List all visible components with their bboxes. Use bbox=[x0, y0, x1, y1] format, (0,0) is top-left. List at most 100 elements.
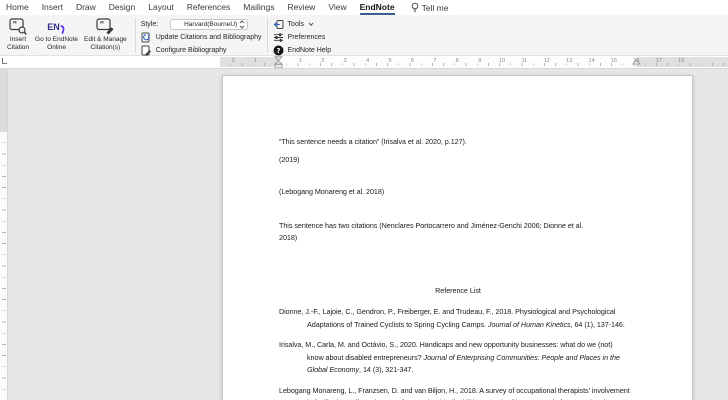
insert-citation-button[interactable]: " Insert Citation bbox=[4, 17, 32, 51]
tab-home[interactable]: Home bbox=[6, 0, 29, 15]
reference-line: Irisalva, M., Carla, M. and Octávio, S.,… bbox=[279, 339, 637, 352]
edit-manage-citations-label-2: Citation(s) bbox=[90, 43, 121, 51]
go-to-endnote-online-label: Go to EndNote bbox=[35, 36, 79, 43]
v-ruler bbox=[0, 69, 8, 400]
reference-entry: Dionne, J.-F., Lajoie, C., Gendron, P., … bbox=[279, 306, 637, 331]
document-text: “This sentence needs a citation” (Irisal… bbox=[279, 136, 637, 400]
ruler-number: 8 bbox=[455, 58, 459, 64]
tab-endnote[interactable]: EndNote bbox=[359, 0, 395, 15]
chevron-down-icon bbox=[308, 22, 314, 26]
tools-icon bbox=[273, 19, 284, 29]
svg-text:?: ? bbox=[276, 47, 280, 55]
text-segment: Journal of Human Kinetics bbox=[487, 319, 571, 329]
stepper-icon[interactable] bbox=[239, 19, 245, 29]
ribbon-tab-bar: Home Insert Draw Design Layout Reference… bbox=[0, 0, 728, 15]
text-segment: , 64 (1), 137-146. bbox=[570, 319, 625, 329]
help-icon: ? bbox=[273, 45, 284, 55]
word-window: Home Insert Draw Design Layout Reference… bbox=[0, 0, 728, 400]
reference-line: Lebogang Monareng, L., Franzsen, D. and … bbox=[279, 385, 637, 398]
tab-draw[interactable]: Draw bbox=[76, 0, 96, 15]
document-area: “This sentence needs a citation” (Irisal… bbox=[0, 68, 728, 400]
ruler-number: 3 bbox=[343, 58, 347, 64]
ruler-ticks bbox=[220, 63, 728, 66]
tell-me-label: Tell me bbox=[421, 2, 449, 13]
text-segment: Irisalva, M., Carla, M. and Octávio, S.,… bbox=[279, 340, 613, 349]
tab-design[interactable]: Design bbox=[109, 0, 135, 15]
style-dropdown[interactable]: Harvard(BourneU) bbox=[170, 18, 249, 30]
text-segment: know about disabled entrepreneurs? bbox=[307, 352, 424, 362]
reference-entry: Lebogang Monareng, L., Franzsen, D. and … bbox=[279, 385, 637, 400]
update-citations-icon bbox=[141, 32, 150, 42]
document-page[interactable]: “This sentence needs a citation” (Irisal… bbox=[222, 75, 693, 400]
update-citations-button[interactable]: Update Citations and Bibliography bbox=[141, 31, 262, 43]
v-ruler-ticks bbox=[2, 132, 6, 400]
configure-bibliography-button[interactable]: Configure Bibliography bbox=[141, 44, 262, 56]
insert-citation-label: Insert bbox=[9, 36, 27, 43]
reference-line: know about disabled entrepreneurs? Journ… bbox=[279, 352, 637, 365]
ruler-number: 11 bbox=[521, 58, 528, 64]
text-segment: Lebogang Monareng, L., Franzsen, D. and … bbox=[279, 385, 630, 395]
ruler-strip: 1 2 1 2 3 4 5 6 7 8 9 10 11 12 13 14 15 16 17 18 bbox=[0, 56, 728, 69]
paragraph-line: This sentence has two citations (Nenclar… bbox=[279, 220, 584, 230]
citation-paragraph: This sentence has two citations (Nenclar… bbox=[279, 220, 637, 245]
tools-button[interactable]: Tools bbox=[273, 18, 332, 30]
edit-manage-citations-label: Edit & Manage bbox=[84, 36, 127, 43]
endnote-help-label: EndNote Help bbox=[287, 46, 332, 54]
reference-line: Global Economy, 14 (3), 321-347. bbox=[279, 364, 637, 377]
edit-citation-icon: " bbox=[96, 18, 115, 35]
insert-citation-icon: " bbox=[8, 18, 28, 35]
preferences-button[interactable]: Preferences bbox=[273, 31, 332, 43]
tab-selector[interactable] bbox=[2, 58, 7, 64]
reference-line: Adaptations of Trained Cyclists to Sprin… bbox=[279, 319, 637, 332]
text-segment: Dionne, J.-F., Lajoie, C., Gendron, P., … bbox=[279, 307, 616, 316]
citation-paragraph: (Lebogang Monareng et al. 2018) bbox=[279, 187, 385, 196]
text-segment: Adaptations of Trained Cyclists to Sprin… bbox=[307, 319, 488, 329]
ruler-number: 5 bbox=[388, 58, 392, 64]
tab-view[interactable]: View bbox=[328, 0, 346, 15]
ruler-number: 7 bbox=[433, 58, 437, 64]
tab-references[interactable]: References bbox=[187, 0, 230, 15]
ruler-number: 13 bbox=[566, 58, 573, 64]
tools-label: Tools bbox=[287, 20, 304, 28]
configure-bibliography-label: Configure Bibliography bbox=[155, 46, 227, 54]
h-ruler: 1 2 1 2 3 4 5 6 7 8 9 10 11 12 13 14 15 16 17 18 bbox=[220, 56, 728, 69]
configure-bibliography-icon bbox=[141, 45, 151, 56]
ruler-number: 12 bbox=[543, 58, 550, 64]
citation-paragraph: (2019) bbox=[279, 154, 300, 164]
go-to-endnote-online-label-2: Online bbox=[47, 43, 66, 51]
reference-list-heading: Reference List bbox=[435, 285, 481, 295]
reference-line: Dionne, J.-F., Lajoie, C., Gendron, P., … bbox=[279, 306, 637, 319]
ruler-number: 1 bbox=[298, 58, 302, 64]
reference-entry: Irisalva, M., Carla, M. and Octávio, S.,… bbox=[279, 339, 637, 377]
text-segment: Journal of Enterprising Communities: Peo… bbox=[423, 352, 620, 362]
endnote-logo-text: EN bbox=[47, 21, 60, 32]
style-value: Harvard(BourneU) bbox=[184, 20, 238, 28]
tab-insert[interactable]: Insert bbox=[42, 0, 63, 15]
tab-review[interactable]: Review bbox=[287, 0, 315, 15]
ruler-number: 1 bbox=[254, 58, 258, 64]
tab-mailings[interactable]: Mailings bbox=[243, 0, 274, 15]
tell-me[interactable]: Tell me bbox=[411, 0, 449, 15]
svg-text:": " bbox=[99, 21, 104, 31]
endnote-help-button[interactable]: ? EndNote Help bbox=[273, 44, 332, 56]
ruler-number: 18 bbox=[678, 58, 685, 64]
ruler-number: 2 bbox=[231, 58, 235, 64]
ruler-number: 15 bbox=[610, 58, 618, 64]
style-row: Style: Harvard(BourneU) bbox=[141, 18, 262, 30]
svg-text:": " bbox=[12, 21, 17, 31]
update-citations-label: Update Citations and Bibliography bbox=[155, 33, 262, 41]
citation-paragraph: “This sentence needs a citation” (Irisal… bbox=[279, 137, 467, 146]
endnote-logo-icon: EN bbox=[47, 18, 66, 35]
ruler-number: 14 bbox=[588, 58, 595, 64]
endnote-ribbon: " Insert Citation EN Go to EndNote Onlin… bbox=[0, 15, 728, 56]
ruler-number: 17 bbox=[655, 58, 662, 64]
tools-group: Tools Preferences ? EndNote Help bbox=[273, 17, 332, 56]
v-ruler-margin bbox=[0, 69, 7, 132]
preferences-label: Preferences bbox=[287, 33, 326, 41]
edit-manage-citations-button[interactable]: " Edit & Manage Citation(s) bbox=[81, 17, 130, 51]
go-to-endnote-online-button[interactable]: EN Go to EndNote Online bbox=[32, 17, 81, 51]
ruler-number: 2 bbox=[321, 58, 325, 64]
ribbon-divider bbox=[266, 18, 268, 52]
text-segment: , 14 (3), 321-347. bbox=[359, 365, 414, 374]
tab-layout[interactable]: Layout bbox=[148, 0, 174, 15]
